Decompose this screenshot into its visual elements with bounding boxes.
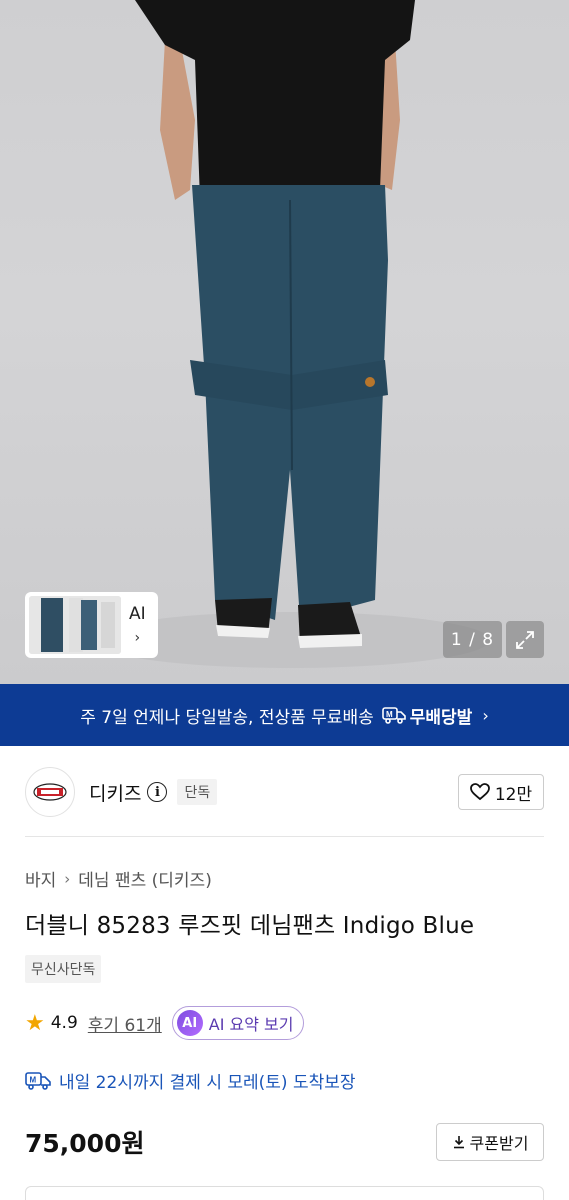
svg-text:M: M — [30, 1075, 37, 1084]
coupon-button[interactable]: 쿠폰받기 — [436, 1123, 544, 1161]
dickies-logo[interactable] — [25, 767, 75, 817]
rating-score: 4.9 — [50, 1013, 78, 1033]
coupon-label: 쿠폰받기 — [469, 1134, 529, 1153]
breadcrumb-item-denim[interactable]: 데님 팬츠 (디키즈) — [78, 866, 212, 891]
delivery-truck-icon: M — [381, 707, 406, 724]
ai-summary-label: AI 요약 보기 — [208, 1015, 294, 1034]
ai-summary-button[interactable]: AI AI 요약 보기 — [171, 1006, 305, 1040]
rating-row: ★ 4.9 후기 61개 AI AI 요약 보기 — [25, 1006, 305, 1040]
image-counter: 1 / 8 — [443, 621, 502, 658]
delivery-truck-icon: M — [25, 1071, 51, 1090]
chevron-right-icon: › — [134, 630, 141, 646]
ai-label: AI — [129, 604, 146, 624]
brand-name[interactable]: 디키즈 — [89, 779, 141, 806]
like-button[interactable]: 12만 — [458, 774, 544, 810]
free-delivery-banner[interactable]: 주 7일 언제나 당일발송, 전상품 무료배송 M 무배당발 › — [0, 684, 569, 746]
ai-thumb-label: AI › — [129, 604, 146, 646]
divider — [25, 836, 544, 837]
review-count-link[interactable]: 후기 61개 — [88, 1011, 162, 1036]
heart-icon — [469, 783, 490, 801]
breadcrumb-item-pants[interactable]: 바지 — [25, 866, 56, 891]
exclusive-tag: 단독 — [177, 779, 218, 805]
delivery-guarantee: M 내일 22시까지 결제 시 모레(토) 도착보장 — [25, 1068, 356, 1093]
delivery-text: 내일 22시까지 결제 시 모레(토) 도착보장 — [59, 1073, 356, 1093]
chevron-right-icon: › — [64, 869, 71, 888]
brand-row: 디키즈 i 단독 12만 — [25, 767, 544, 817]
product-photo — [90, 0, 490, 668]
ai-thumbnail-button[interactable]: AI › — [25, 592, 158, 658]
same-day-badge: M 무배당발 — [381, 703, 473, 728]
musinsa-exclusive-label: 무신사단독 — [25, 955, 102, 983]
product-title: 더블니 85283 루즈핏 데님팬츠 Indigo Blue — [25, 913, 475, 939]
price: 75,000원 — [25, 1129, 145, 1158]
download-icon — [453, 1136, 464, 1149]
breadcrumb: 바지 › 데님 팬츠 (디키즈) — [25, 866, 212, 892]
thumbnail-image — [29, 596, 121, 654]
chevron-right-icon: › — [482, 705, 489, 725]
product-image-gallery[interactable]: AI › 1 / 8 — [0, 0, 569, 684]
like-count: 12만 — [494, 784, 533, 805]
option-box[interactable] — [25, 1186, 544, 1200]
badge-label: 무배당발 — [409, 707, 473, 728]
star-icon: ★ — [25, 1010, 45, 1036]
banner-text: 주 7일 언제나 당일발송, 전상품 무료배송 — [80, 707, 374, 728]
expand-icon[interactable] — [506, 621, 544, 658]
info-icon[interactable]: i — [147, 782, 168, 802]
ai-icon: AI — [176, 1010, 203, 1036]
svg-text:M: M — [386, 710, 393, 719]
